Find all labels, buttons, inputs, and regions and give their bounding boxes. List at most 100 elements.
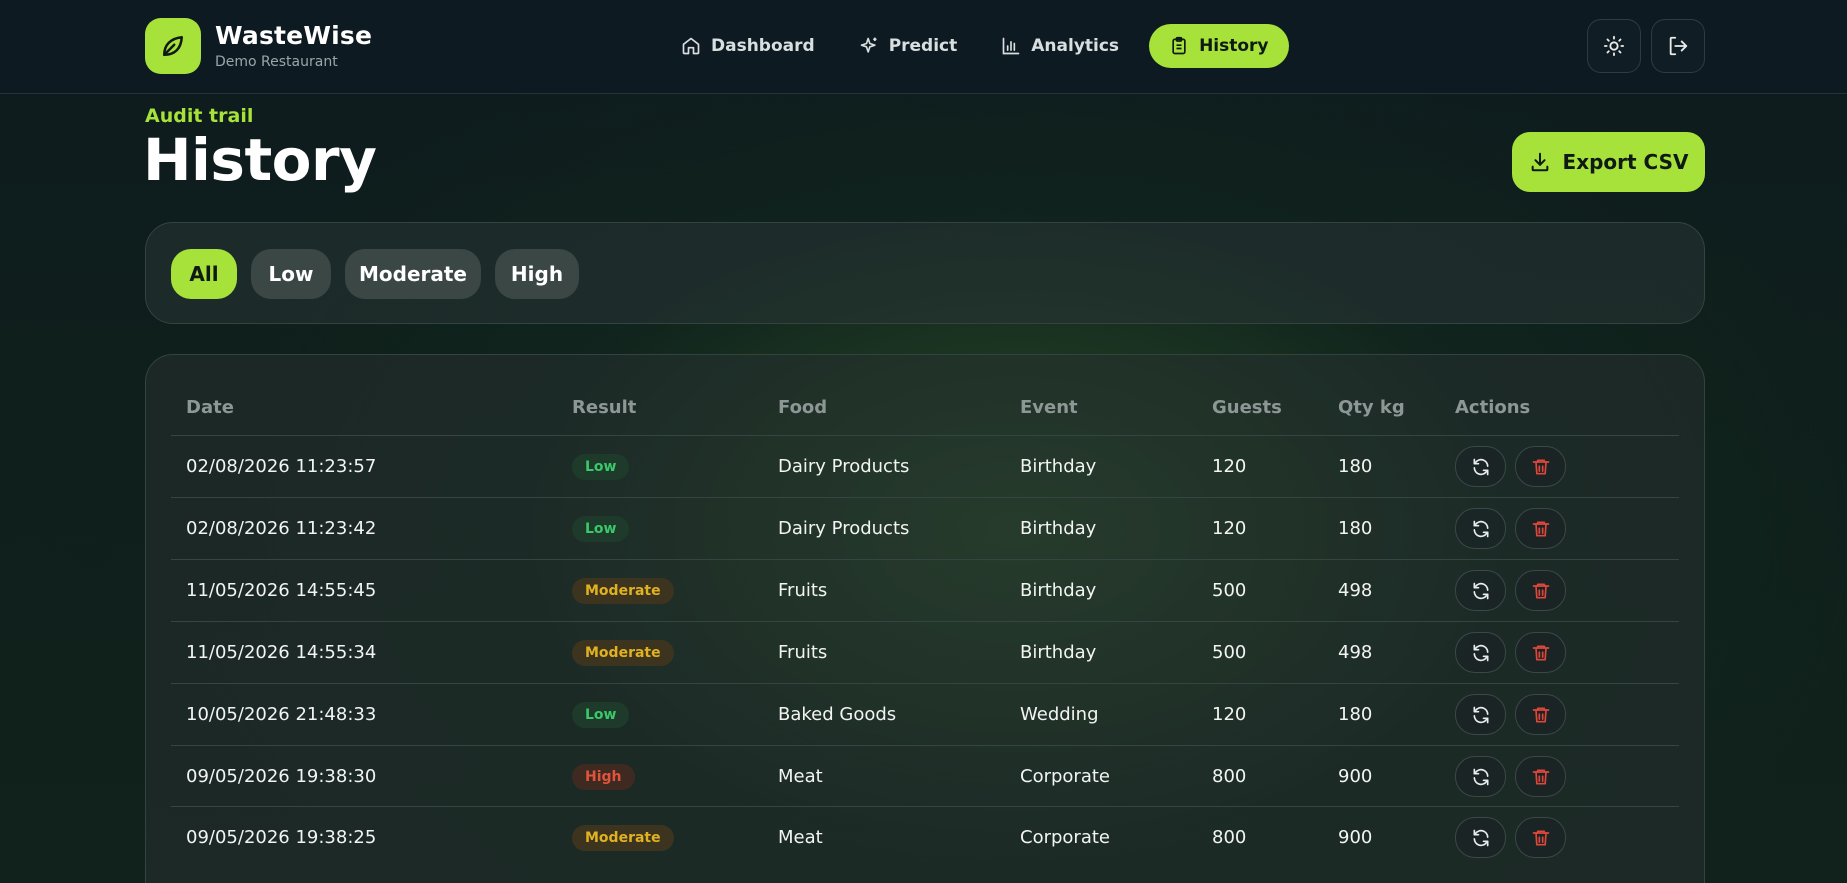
row-guests: 800 xyxy=(1212,827,1247,848)
delete-entry-button[interactable] xyxy=(1515,632,1566,673)
rerun-prediction-button[interactable] xyxy=(1455,694,1506,735)
row-result: Moderate xyxy=(572,807,674,868)
logout-icon xyxy=(1669,36,1688,56)
row-qty: 180 xyxy=(1338,456,1373,477)
nav-predict-label: Predict xyxy=(888,36,958,56)
delete-entry-button[interactable] xyxy=(1515,570,1566,611)
column-header-food[interactable]: Food xyxy=(778,397,827,418)
row-date: 11/05/2026 14:55:45 xyxy=(186,580,377,601)
nav-dashboard-label: Dashboard xyxy=(711,36,815,56)
sparkle-icon xyxy=(860,37,877,53)
refresh-icon xyxy=(1471,828,1491,848)
rerun-prediction-button[interactable] xyxy=(1455,508,1506,549)
refresh-icon xyxy=(1471,519,1491,539)
row-qty: 900 xyxy=(1338,766,1373,787)
row-event: Birthday xyxy=(1020,518,1097,539)
rerun-prediction-button[interactable] xyxy=(1455,817,1506,858)
main-nav: Dashboard Predict Analytics History xyxy=(667,24,1305,68)
row-result: Low xyxy=(572,684,630,745)
row-result: Low xyxy=(572,498,630,559)
rerun-prediction-button[interactable] xyxy=(1455,632,1506,673)
theme-toggle-button[interactable] xyxy=(1587,19,1641,73)
row-date: 10/05/2026 21:48:33 xyxy=(186,704,377,725)
rerun-prediction-button[interactable] xyxy=(1455,570,1506,611)
download-icon xyxy=(1531,152,1548,172)
row-guests: 500 xyxy=(1212,580,1247,601)
column-header-date[interactable]: Date xyxy=(186,397,234,418)
delete-entry-button[interactable] xyxy=(1515,817,1566,858)
table-row: 09/05/2026 19:38:30 High Meat Corporate 800 9… xyxy=(171,745,1679,807)
table-row: 11/05/2026 14:55:45 Moderate Fruits Birthda… xyxy=(171,559,1679,621)
result-badge: Moderate xyxy=(572,577,674,604)
delete-entry-button[interactable] xyxy=(1515,694,1566,735)
row-qty: 900 xyxy=(1338,827,1373,848)
row-result: Moderate xyxy=(572,560,674,621)
row-qty: 180 xyxy=(1338,704,1373,725)
trash-icon xyxy=(1531,705,1551,725)
result-badge: High xyxy=(572,763,635,790)
row-date: 11/05/2026 14:55:34 xyxy=(186,642,377,663)
row-date: 02/08/2026 11:23:42 xyxy=(186,518,377,539)
export-csv-button[interactable]: Export CSV xyxy=(1512,132,1705,192)
brand-subtitle: Demo Restaurant xyxy=(215,54,338,70)
filter-chip-moderate[interactable]: Moderate xyxy=(345,249,481,299)
top-navigation-bar: WasteWise Demo Restaurant Dashboard Pred… xyxy=(0,0,1847,94)
trash-icon xyxy=(1531,519,1551,539)
table-row: 02/08/2026 11:23:42 Low Dairy Products Birt… xyxy=(171,497,1679,559)
page-title: History xyxy=(143,126,377,194)
delete-entry-button[interactable] xyxy=(1515,508,1566,549)
table-row: 11/05/2026 14:55:34 Moderate Fruits Birthda… xyxy=(171,621,1679,683)
row-guests: 500 xyxy=(1212,642,1247,663)
table-row: 09/05/2026 19:38:25 Moderate Meat Corporate… xyxy=(171,806,1679,868)
nav-history-label: History xyxy=(1199,36,1269,56)
refresh-icon xyxy=(1471,457,1491,477)
column-header-guests[interactable]: Guests xyxy=(1212,397,1282,418)
filter-chip-low[interactable]: Low xyxy=(251,249,331,299)
trash-icon xyxy=(1531,581,1551,601)
row-guests: 800 xyxy=(1212,766,1247,787)
trash-icon xyxy=(1531,828,1551,848)
logout-button[interactable] xyxy=(1651,19,1705,73)
row-food: Meat xyxy=(778,766,823,787)
row-qty: 498 xyxy=(1338,642,1373,663)
row-event: Birthday xyxy=(1020,642,1097,663)
table-row: 10/05/2026 21:48:33 Low Baked Goods Wedding… xyxy=(171,683,1679,745)
rerun-prediction-button[interactable] xyxy=(1455,446,1506,487)
row-food: Fruits xyxy=(778,580,828,601)
refresh-icon xyxy=(1471,767,1491,787)
delete-entry-button[interactable] xyxy=(1515,446,1566,487)
column-header-result[interactable]: Result xyxy=(572,397,636,418)
result-badge: Moderate xyxy=(572,639,674,666)
clipboard-icon xyxy=(1172,36,1186,55)
row-event: Birthday xyxy=(1020,456,1097,477)
brand[interactable]: WasteWise Demo Restaurant xyxy=(145,18,372,74)
row-food: Meat xyxy=(778,827,823,848)
column-header-event[interactable]: Event xyxy=(1020,397,1078,418)
nav-analytics-label: Analytics xyxy=(1031,36,1120,56)
nav-dashboard[interactable]: Dashboard xyxy=(667,24,829,68)
row-date: 02/08/2026 11:23:57 xyxy=(186,456,377,477)
row-food: Dairy Products xyxy=(778,456,910,477)
sun-icon xyxy=(1603,35,1625,57)
nav-history[interactable]: History xyxy=(1149,24,1289,68)
filter-chip-all[interactable]: All xyxy=(171,249,237,299)
row-qty: 498 xyxy=(1338,580,1373,601)
filter-chip-high[interactable]: High xyxy=(495,249,579,299)
row-event: Wedding xyxy=(1020,704,1099,725)
refresh-icon xyxy=(1471,705,1491,725)
column-header-qty[interactable]: Qty kg xyxy=(1338,397,1405,418)
delete-entry-button[interactable] xyxy=(1515,756,1566,797)
bar-chart-icon xyxy=(1002,37,1020,55)
row-result: Low xyxy=(572,436,630,497)
result-badge: Moderate xyxy=(572,824,674,851)
nav-analytics[interactable]: Analytics xyxy=(987,24,1133,68)
nav-predict[interactable]: Predict xyxy=(845,24,972,68)
result-badge: Low xyxy=(572,515,630,542)
result-badge: Low xyxy=(572,701,630,728)
row-guests: 120 xyxy=(1212,456,1247,477)
home-icon xyxy=(682,37,700,55)
row-guests: 120 xyxy=(1212,518,1247,539)
rerun-prediction-button[interactable] xyxy=(1455,756,1506,797)
brand-name: WasteWise xyxy=(215,21,373,50)
export-csv-label: Export CSV xyxy=(1562,150,1689,174)
